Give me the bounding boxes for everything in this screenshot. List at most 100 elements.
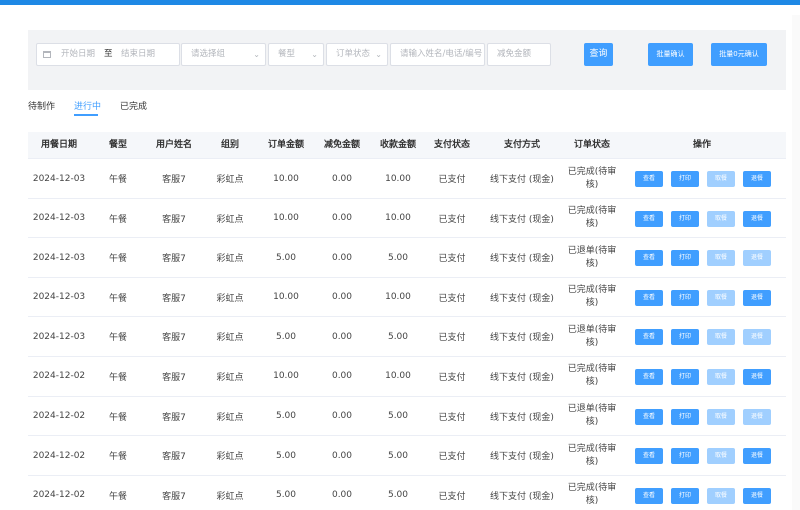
user-name-cell: 客服7: [162, 293, 186, 304]
order-status-placeholder: 订单状态: [336, 49, 371, 59]
refund-button[interactable]: 退餐: [743, 171, 771, 187]
date-range-picker[interactable]: 开始日期 至 结束日期: [36, 43, 180, 66]
refund-button[interactable]: 退餐: [743, 210, 771, 227]
meal-select-placeholder: 餐型: [278, 49, 296, 59]
print-button[interactable]: 打印: [671, 368, 699, 385]
column-header: 减免金额: [323, 140, 360, 150]
user-name-cell: 客服7: [162, 333, 186, 344]
tab-completed[interactable]: 已完成: [120, 99, 147, 112]
column-header: 订单状态: [573, 140, 610, 150]
discount-input[interactable]: 减免金额: [487, 43, 551, 66]
view-button[interactable]: 查看: [635, 329, 663, 346]
batch-confirm-button[interactable]: 批量确认: [648, 43, 693, 66]
filter-panel: 开始日期 至 结束日期 请选择组 ⌄ 餐型 ⌄ 订单状态 ⌄ 请输入姓名/电话/…: [28, 30, 786, 90]
payment-status-cell: 已支付: [438, 293, 466, 304]
order-amount-cell: 10.00: [273, 292, 299, 303]
user-name-cell: 客服7: [162, 491, 186, 502]
actions-cell: 查看 打印 取餐 退餐: [618, 397, 786, 436]
print-button[interactable]: 打印: [671, 289, 699, 306]
meal-type-cell: 午餐: [108, 214, 127, 225]
calendar-icon: [43, 51, 51, 58]
actions-cell: 查看 打印 取餐 退餐: [618, 159, 786, 198]
meal-type-cell: 午餐: [108, 254, 127, 265]
date-start-input[interactable]: 开始日期: [61, 44, 95, 65]
actions-cell: 查看 打印 取餐 退餐: [618, 238, 786, 277]
meal-type-cell: 午餐: [108, 333, 127, 344]
refund-button[interactable]: 退餐: [743, 289, 771, 306]
discount-amount-cell: 0.00: [331, 331, 353, 342]
orders-table: 用餐日期 餐型 用户姓名 组别 订单金额 减免金额 收款金额 支付状态 支付方式…: [28, 132, 786, 510]
group-cell: 彩虹点: [216, 452, 244, 463]
refund-button[interactable]: 退餐: [743, 487, 771, 504]
meal-date-cell: 2024-12-02: [32, 490, 86, 501]
group-cell: 彩虹点: [216, 175, 244, 185]
payment-method-cell: 线下支付 (现金): [490, 293, 554, 304]
view-button[interactable]: 查看: [635, 368, 663, 385]
order-status-cell: 已完成(待审核): [567, 483, 617, 507]
print-button[interactable]: 打印: [671, 329, 699, 346]
order-amount-cell: 10.00: [273, 213, 299, 224]
refund-button[interactable]: 退餐: [743, 368, 771, 385]
page-scrollbar[interactable]: [792, 15, 800, 510]
payment-method-cell: 线下支付 (现金): [490, 452, 554, 463]
table-row: 2024-12-02 午餐 客服7 彩虹点 10.00 0.00 10.00 已支付 线下支付 …: [28, 356, 786, 397]
search-button[interactable]: 查询: [584, 43, 613, 66]
print-button[interactable]: 打印: [671, 171, 699, 187]
user-name-cell: 客服7: [162, 254, 186, 265]
table-row: 2024-12-03 午餐 客服7 彩虹点 10.00 0.00 10.00 已支付 线下支付 …: [28, 277, 786, 318]
view-button[interactable]: 查看: [635, 448, 663, 465]
order-status-cell: 已完成(待审核): [567, 443, 617, 467]
payment-status-cell: 已支付: [438, 372, 466, 383]
view-button[interactable]: 查看: [635, 289, 663, 306]
discount-amount-cell: 0.00: [331, 292, 353, 303]
print-button[interactable]: 打印: [671, 408, 699, 425]
discount-amount-cell: 0.00: [331, 173, 353, 184]
table-body: 2024-12-03 午餐 客服7 彩虹点 10.00 0.00 10.00 已支付 线下支付 …: [28, 159, 786, 510]
table-row: 2024-12-03 午餐 客服7 彩虹点 10.00 0.00 10.00 已支付 线下支付 …: [28, 159, 786, 199]
pickup-button: 取餐: [707, 487, 735, 504]
column-header: 组别: [220, 140, 239, 150]
pickup-button: 取餐: [707, 250, 735, 267]
received-amount-cell: 5.00: [387, 490, 409, 501]
meal-type-cell: 午餐: [108, 293, 127, 304]
group-select[interactable]: 请选择组 ⌄: [181, 43, 266, 66]
table-row: 2024-12-02 午餐 客服7 彩虹点 5.00 0.00 5.00 已支付 线下支付 (现…: [28, 396, 786, 437]
print-button[interactable]: 打印: [671, 210, 699, 227]
received-amount-cell: 10.00: [385, 292, 411, 303]
received-amount-cell: 10.00: [385, 213, 411, 224]
order-status-cell: 已完成(待审核): [567, 285, 617, 309]
print-button[interactable]: 打印: [671, 448, 699, 465]
date-end-input[interactable]: 结束日期: [121, 44, 155, 65]
user-name-cell: 客服7: [162, 175, 186, 185]
view-button[interactable]: 查看: [635, 171, 663, 187]
table-row: 2024-12-02 午餐 客服7 彩虹点 5.00 0.00 5.00 已支付 线下支付 (现…: [28, 436, 786, 476]
group-cell: 彩虹点: [216, 254, 244, 265]
view-button[interactable]: 查看: [635, 408, 663, 425]
discount-amount-cell: 0.00: [331, 450, 353, 461]
view-button[interactable]: 查看: [635, 250, 663, 267]
print-button[interactable]: 打印: [671, 250, 699, 267]
view-button[interactable]: 查看: [635, 487, 663, 504]
actions-cell: 查看 打印 取餐 退餐: [618, 436, 786, 475]
refund-button[interactable]: 退餐: [743, 448, 771, 465]
tab-pending[interactable]: 待制作: [28, 99, 55, 112]
group-cell: 彩虹点: [216, 214, 244, 225]
received-amount-cell: 10.00: [385, 371, 411, 382]
column-header: 收款金额: [379, 140, 416, 150]
actions-cell: 查看 打印 取餐 退餐: [618, 476, 786, 510]
payment-status-cell: 已支付: [438, 333, 466, 344]
table-row: 2024-12-03 午餐 客服7 彩虹点 10.00 0.00 10.00 已支付 线下支付 …: [28, 198, 786, 239]
payment-method-cell: 线下支付 (现金): [490, 491, 554, 502]
batch-zero-confirm-button[interactable]: 批量0元确认: [711, 43, 767, 66]
payment-status-cell: 已支付: [438, 214, 466, 225]
print-button[interactable]: 打印: [671, 487, 699, 504]
meal-select[interactable]: 餐型 ⌄: [268, 43, 324, 66]
order-status-select[interactable]: 订单状态 ⌄: [326, 43, 388, 66]
status-tabs: 待制作 进行中 已完成: [28, 96, 786, 116]
active-tab-indicator: [74, 114, 98, 116]
pickup-button: 取餐: [707, 408, 735, 425]
tab-in-progress[interactable]: 进行中: [74, 99, 101, 112]
view-button[interactable]: 查看: [635, 210, 663, 227]
order-amount-cell: 5.00: [275, 331, 297, 342]
search-input[interactable]: 请输入姓名/电话/编号: [390, 43, 485, 66]
